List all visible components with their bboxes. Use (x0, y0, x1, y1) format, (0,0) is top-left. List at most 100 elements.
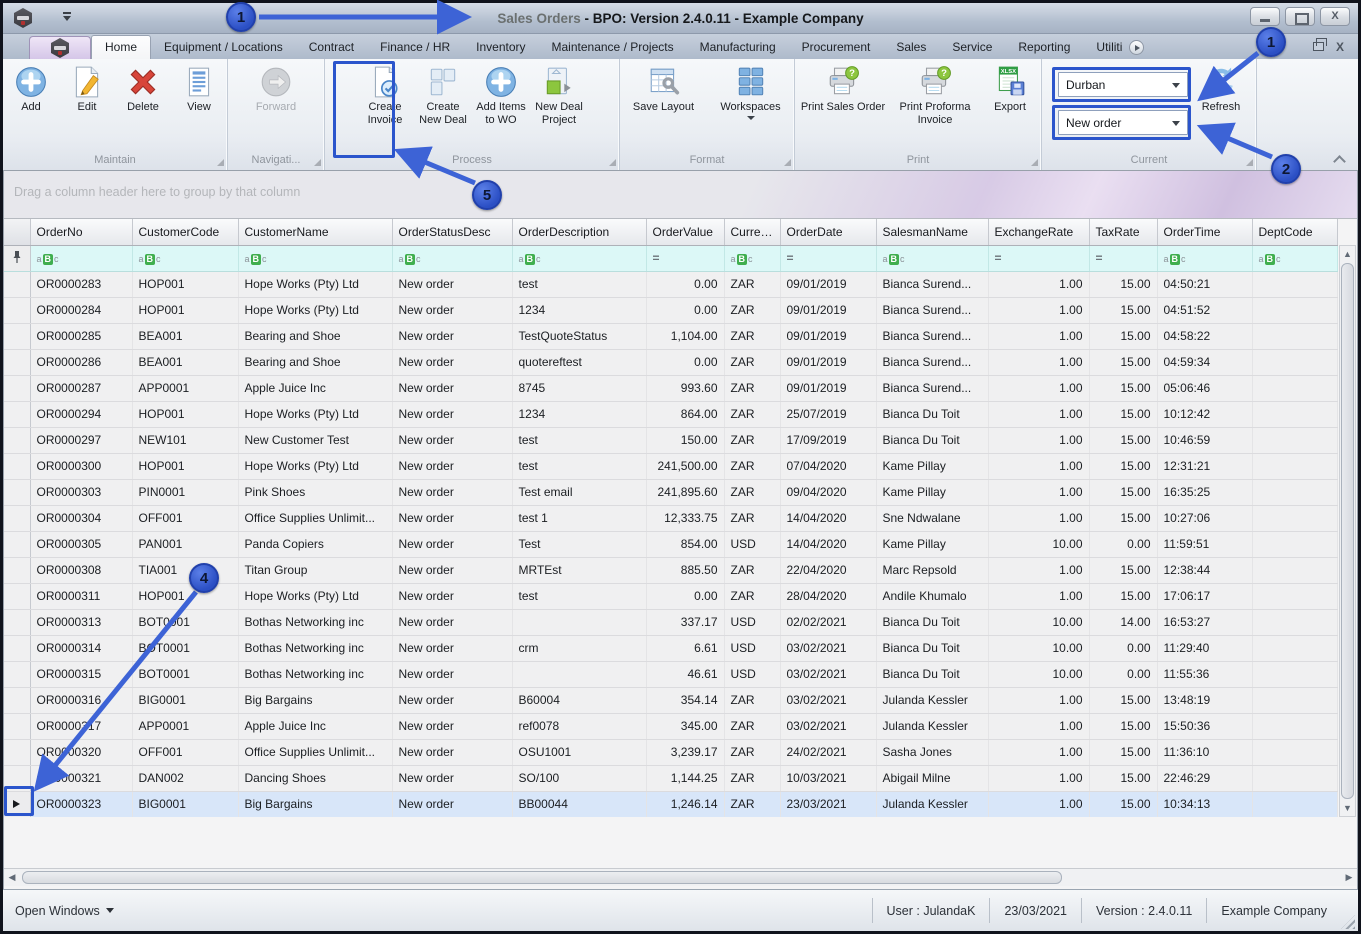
vertical-scroll-thumb[interactable] (1341, 263, 1354, 799)
table-row[interactable]: OR0000311 HOP001 Hope Works (Pty) Ltd New o… (4, 583, 1338, 610)
minimize-button[interactable] (1250, 7, 1280, 26)
filter-cell-customername[interactable]: aBc (238, 245, 393, 272)
row-selector[interactable] (4, 297, 31, 324)
row-selector[interactable] (4, 661, 31, 688)
filter-cell-orderdate[interactable]: = (780, 245, 877, 272)
tab-manufacturing[interactable]: Manufacturing (687, 36, 789, 59)
table-row[interactable]: OR0000287 APP0001 Apple Juice Inc New order… (4, 375, 1338, 402)
column-header-orderdate[interactable]: OrderDate (780, 219, 877, 246)
add-items-to-wo-button[interactable]: Add Items to WO (472, 63, 530, 129)
column-header-deptcode[interactable]: DeptCode (1252, 219, 1338, 246)
table-row[interactable]: OR0000285 BEA001 Bearing and Shoe New order… (4, 323, 1338, 350)
filter-cell-salesmanname[interactable]: aBc (876, 245, 989, 272)
dialog-launcher-icon[interactable] (217, 159, 224, 166)
save-layout-button[interactable]: Save Layout (620, 63, 707, 116)
column-header-customercode[interactable]: CustomerCode (132, 219, 239, 246)
horizontal-scroll-thumb[interactable] (22, 871, 1062, 884)
column-header-orderstatusdesc[interactable]: OrderStatusDesc (392, 219, 513, 246)
filter-cell-exchangerate[interactable]: = (988, 245, 1090, 272)
filter-cell-ordervalue[interactable]: = (646, 245, 725, 272)
export-button[interactable]: XLSX Export (981, 63, 1039, 116)
column-header-currency[interactable]: Currency (724, 219, 781, 246)
scroll-up-icon[interactable]: ▲ (1340, 246, 1355, 262)
open-windows-button[interactable]: Open Windows (15, 904, 114, 918)
forward-button[interactable]: Forward (247, 63, 305, 116)
pushpin-icon[interactable] (4, 245, 31, 272)
dialog-launcher-icon[interactable] (609, 159, 616, 166)
column-header-orderno[interactable]: OrderNo (30, 219, 133, 246)
resize-grip[interactable] (1341, 915, 1355, 929)
table-row[interactable]: OR0000297 NEW101 New Customer Test New orde… (4, 427, 1338, 454)
filter-cell-customercode[interactable]: aBc (132, 245, 239, 272)
column-header-exchangerate[interactable]: ExchangeRate (988, 219, 1090, 246)
tab-utiliti[interactable]: Utiliti (1083, 36, 1135, 59)
dialog-launcher-icon[interactable] (1031, 159, 1038, 166)
tab-inventory[interactable]: Inventory (463, 36, 538, 59)
table-row[interactable]: OR0000323 BIG0001 Big Bargains New order BB0… (4, 791, 1338, 818)
application-menu-button[interactable] (29, 36, 91, 59)
create-new-deal-button[interactable]: Create New Deal (414, 63, 472, 129)
row-selector[interactable] (4, 349, 31, 376)
mdi-restore-icon[interactable] (1312, 38, 1327, 51)
row-selector[interactable] (4, 583, 31, 610)
row-selector[interactable] (4, 635, 31, 662)
tab-sales[interactable]: Sales (883, 36, 939, 59)
column-header-taxrate[interactable]: TaxRate (1089, 219, 1158, 246)
view-button[interactable]: View (171, 63, 227, 116)
horizontal-scrollbar[interactable]: ◀ ▶ (4, 868, 1357, 886)
tab-scroll-right-icon[interactable] (1129, 40, 1145, 55)
row-selector[interactable] (4, 713, 31, 740)
vertical-scrollbar[interactable]: ▲ ▼ (1339, 245, 1356, 817)
row-selector[interactable] (4, 453, 31, 480)
table-row[interactable]: OR0000317 APP0001 Apple Juice Inc New order… (4, 713, 1338, 740)
tab-procurement[interactable]: Procurement (789, 36, 884, 59)
print-proforma-invoice-button[interactable]: ? Print Proforma Invoice (889, 63, 981, 129)
table-row[interactable]: OR0000284 HOP001 Hope Works (Pty) Ltd New o… (4, 297, 1338, 324)
filter-cell-ordertime[interactable]: aBc (1157, 245, 1253, 272)
delete-button[interactable]: Delete (115, 63, 171, 116)
table-row[interactable]: OR0000315 BOT0001 Bothas Networking inc New… (4, 661, 1338, 688)
column-header-customername[interactable]: CustomerName (238, 219, 393, 246)
tab-finance-hr[interactable]: Finance / HR (367, 36, 463, 59)
refresh-button[interactable]: Refresh (1192, 63, 1250, 116)
workspaces-button[interactable]: Workspaces (707, 63, 794, 122)
row-selector[interactable] (4, 271, 31, 298)
tab-reporting[interactable]: Reporting (1005, 36, 1083, 59)
row-selector[interactable] (4, 401, 31, 428)
dialog-launcher-icon[interactable] (314, 159, 321, 166)
create-invoice-button[interactable]: Create Invoice (356, 63, 414, 129)
filter-cell-deptcode[interactable]: aBc (1252, 245, 1338, 272)
branch-combo[interactable]: Durban (1058, 72, 1188, 97)
new-deal-project-button[interactable]: New Deal Project (530, 63, 588, 129)
table-row[interactable]: OR0000304 OFF001 Office Supplies Unlimit..… (4, 505, 1338, 532)
table-row[interactable]: OR0000286 BEA001 Bearing and Shoe New order… (4, 349, 1338, 376)
group-by-panel[interactable]: Drag a column header here to group by th… (4, 171, 1357, 219)
row-selector[interactable] (4, 531, 31, 558)
filter-cell-orderdescription[interactable]: aBc (512, 245, 647, 272)
maximize-button[interactable] (1285, 7, 1315, 26)
print-sales-order-button[interactable]: ? Print Sales Order (797, 63, 889, 116)
table-row[interactable]: OR0000308 TIA001 Titan Group New order MRTEs… (4, 557, 1338, 584)
column-header-orderdescription[interactable]: OrderDescription (512, 219, 647, 246)
mdi-close-icon[interactable]: X (1336, 41, 1344, 53)
tab-equipment-locations[interactable]: Equipment / Locations (151, 36, 296, 59)
tab-service[interactable]: Service (939, 36, 1005, 59)
tab-home[interactable]: Home (91, 35, 152, 59)
row-selector[interactable] (4, 739, 31, 766)
tab-maintenance-projects[interactable]: Maintenance / Projects (539, 36, 687, 59)
table-row[interactable]: OR0000314 BOT0001 Bothas Networking inc New… (4, 635, 1338, 662)
tab-contract[interactable]: Contract (296, 36, 367, 59)
table-row[interactable]: OR0000321 DAN002 Dancing Shoes New order SO/… (4, 765, 1338, 792)
scroll-right-icon[interactable]: ▶ (1341, 870, 1357, 885)
column-header-salesmanname[interactable]: SalesmanName (876, 219, 989, 246)
dialog-launcher-icon[interactable] (784, 159, 791, 166)
dialog-launcher-icon[interactable] (1246, 159, 1253, 166)
row-selector[interactable] (4, 427, 31, 454)
filter-cell-currency[interactable]: aBc (724, 245, 781, 272)
column-header-ordertime[interactable]: OrderTime (1157, 219, 1253, 246)
table-row[interactable]: OR0000300 HOP001 Hope Works (Pty) Ltd New o… (4, 453, 1338, 480)
row-selector[interactable] (4, 323, 31, 350)
row-selector[interactable] (4, 765, 31, 792)
column-header-ordervalue[interactable]: OrderValue (646, 219, 725, 246)
row-selector[interactable] (4, 375, 31, 402)
